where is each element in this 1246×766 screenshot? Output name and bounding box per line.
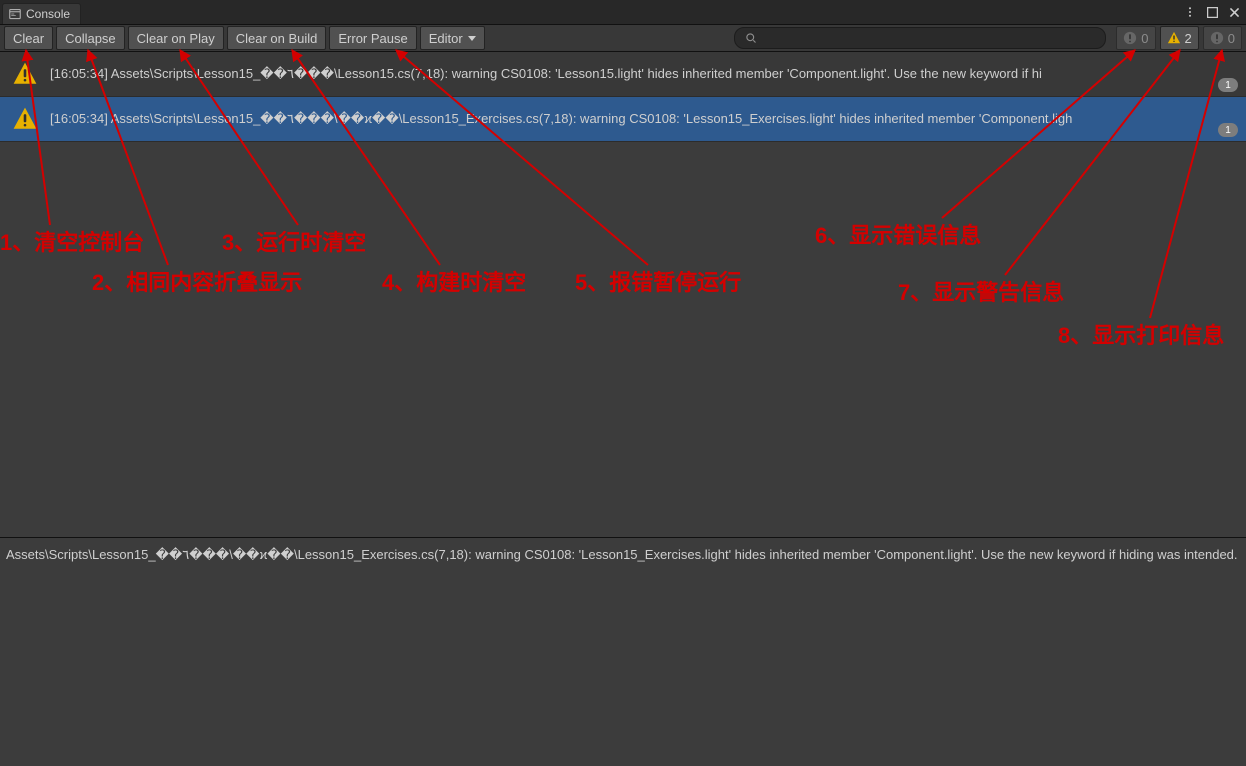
search-box[interactable]	[734, 27, 1106, 49]
log-row[interactable]: [16:05:34] Assets\Scripts\Lesson15_��٦��…	[0, 52, 1246, 97]
info-count-label: 0	[1228, 31, 1235, 46]
collapse-button-label: Collapse	[65, 31, 116, 46]
error-icon	[1123, 31, 1137, 45]
log-row[interactable]: [16:05:34] Assets\Scripts\Lesson15_��٦��…	[0, 97, 1246, 142]
error-pause-button[interactable]: Error Pause	[329, 26, 416, 50]
console-tab[interactable]: Console	[2, 3, 81, 24]
status-counters: 0 2 0	[1116, 26, 1242, 50]
annotation-7: 7、显示警告信息	[898, 275, 1064, 307]
search-input[interactable]	[761, 30, 1095, 46]
chevron-down-icon	[468, 36, 476, 41]
error-toggle[interactable]: 0	[1116, 26, 1155, 50]
info-icon	[1210, 31, 1224, 45]
info-toggle[interactable]: 0	[1203, 26, 1242, 50]
editor-dropdown-label: Editor	[429, 31, 463, 46]
clear-on-play-label: Clear on Play	[137, 31, 215, 46]
details-text: Assets\Scripts\Lesson15_��٦���\��ϰ��\Les…	[6, 547, 1238, 562]
annotation-3: 3、运行时清空	[222, 225, 366, 257]
clear-button-label: Clear	[13, 31, 44, 46]
clear-button[interactable]: Clear	[4, 26, 53, 50]
details-panel[interactable]: Assets\Scripts\Lesson15_��٦���\��ϰ��\Les…	[0, 537, 1246, 766]
log-message: [16:05:34] Assets\Scripts\Lesson15_��٦��…	[50, 111, 1238, 127]
log-count-badge: 1	[1218, 78, 1238, 92]
window-controls	[1182, 0, 1242, 24]
window: Console Clear Collapse Clear on Play Cle…	[0, 0, 1246, 766]
annotation-4: 4、构建时清空	[382, 265, 526, 297]
context-menu-icon[interactable]	[1182, 4, 1198, 20]
collapse-button[interactable]: Collapse	[56, 26, 125, 50]
warning-icon	[12, 106, 38, 132]
annotation-1: 1、清空控制台	[0, 225, 144, 257]
tab-bar: Console	[0, 0, 1246, 25]
maximize-icon[interactable]	[1204, 4, 1220, 20]
warning-count-label: 2	[1185, 31, 1192, 46]
clear-on-build-button[interactable]: Clear on Build	[227, 26, 327, 50]
console-tab-title: Console	[26, 7, 70, 21]
log-list: [16:05:34] Assets\Scripts\Lesson15_��٦��…	[0, 52, 1246, 142]
toolbar: Clear Collapse Clear on Play Clear on Bu…	[0, 25, 1246, 52]
clear-on-build-label: Clear on Build	[236, 31, 318, 46]
editor-dropdown[interactable]: Editor	[420, 26, 485, 50]
annotation-8: 8、显示打印信息	[1058, 318, 1224, 350]
log-message: [16:05:34] Assets\Scripts\Lesson15_��٦��…	[50, 66, 1238, 82]
search-icon	[745, 32, 757, 44]
log-count-badge: 1	[1218, 123, 1238, 137]
annotation-6: 6、显示错误信息	[815, 218, 981, 250]
close-icon[interactable]	[1226, 4, 1242, 20]
annotation-5: 5、报错暂停运行	[575, 265, 741, 297]
warning-icon	[12, 61, 38, 87]
annotation-2: 2、相同内容折叠显示	[92, 265, 302, 297]
warning-toggle[interactable]: 2	[1160, 26, 1199, 50]
console-icon	[9, 8, 21, 20]
error-pause-label: Error Pause	[338, 31, 407, 46]
clear-on-play-button[interactable]: Clear on Play	[128, 26, 224, 50]
warning-icon	[1167, 31, 1181, 45]
error-count-label: 0	[1141, 31, 1148, 46]
